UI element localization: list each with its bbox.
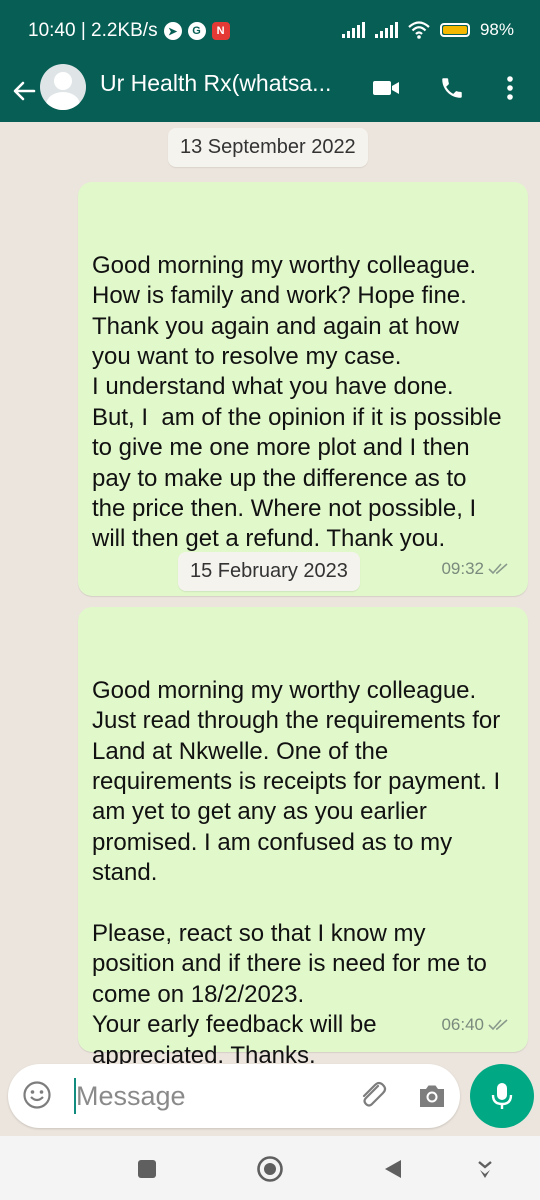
chevron-down-icon — [478, 1161, 492, 1178]
system-nav-bar — [0, 1136, 540, 1200]
message-meta: 09:32 — [441, 554, 512, 584]
message-time: 06:40 — [441, 1014, 484, 1034]
avatar[interactable] — [40, 64, 86, 110]
chat-title[interactable]: Ur Health Rx(whatsa... — [100, 70, 331, 97]
microphone-icon — [491, 1083, 513, 1109]
mic-button[interactable] — [470, 1064, 534, 1128]
message-composer[interactable]: Message — [8, 1064, 460, 1128]
message-bubble-outgoing[interactable]: Good morning my worthy colleague. How is… — [78, 182, 528, 596]
status-bar: 10:40 | 2.2KB/s ➤ G N 98% — [0, 0, 540, 60]
recent-apps-button[interactable] — [132, 1154, 162, 1184]
signal-strength-icon-2 — [374, 22, 398, 38]
status-left: 10:40 | 2.2KB/s ➤ G N — [28, 20, 230, 42]
battery-icon — [439, 23, 470, 37]
signal-strength-icon — [341, 22, 365, 38]
keyboard-hide-button[interactable] — [470, 1154, 500, 1184]
message-input[interactable]: Message — [76, 1081, 186, 1112]
back-arrow-icon — [13, 81, 36, 101]
triangle-back-icon — [385, 1160, 401, 1178]
more-options-button[interactable] — [492, 70, 528, 106]
attach-icon[interactable] — [356, 1078, 390, 1112]
home-button[interactable] — [255, 1154, 285, 1184]
wifi-icon — [408, 21, 430, 39]
status-right: 98% — [341, 20, 514, 40]
double-check-icon — [488, 563, 508, 574]
square-icon — [138, 1160, 156, 1178]
date-chip: 15 February 2023 — [178, 552, 360, 591]
back-button[interactable] — [8, 74, 42, 108]
more-options-icon — [507, 76, 513, 100]
message-text: Good morning my worthy colleague. How is… — [92, 251, 502, 553]
video-call-icon — [373, 81, 399, 95]
date-chip: 13 September 2022 — [168, 128, 368, 167]
message-meta: 06:40 — [441, 1010, 512, 1040]
message-bubble-outgoing[interactable]: Good morning my worthy colleague. Just r… — [78, 607, 528, 1099]
chat-header: Ur Health Rx(whatsa... — [0, 60, 540, 122]
status-time-speed: 10:40 | 2.2KB/s — [28, 20, 158, 41]
telegram-icon: ➤ — [163, 22, 182, 40]
double-check-icon — [488, 1019, 508, 1030]
video-call-button[interactable] — [368, 70, 404, 106]
emoji-icon[interactable] — [22, 1080, 52, 1110]
camera-icon[interactable] — [416, 1080, 448, 1112]
news-icon: N — [211, 22, 230, 40]
back-nav-button[interactable] — [378, 1154, 408, 1184]
home-circle-icon — [257, 1156, 283, 1182]
message-time: 09:32 — [441, 558, 484, 578]
voice-call-button[interactable] — [434, 70, 470, 106]
battery-percent: 98% — [479, 20, 514, 39]
phone-call-icon — [442, 78, 462, 98]
google-icon: G — [187, 22, 206, 40]
chat-area[interactable]: 13 September 2022 Good morning my worthy… — [0, 122, 540, 1099]
